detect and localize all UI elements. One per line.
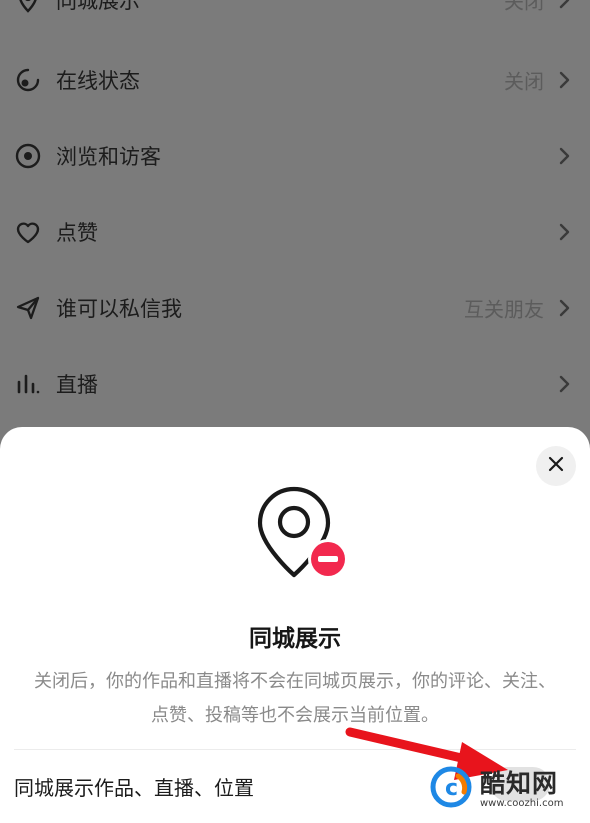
settings-row-who-can-message[interactable]: 谁可以私信我 互关朋友 (0, 270, 590, 346)
settings-row-label: 浏览和访客 (56, 145, 161, 169)
location-pin-icon (14, 0, 42, 14)
local-display-option-label: 同城展示作品、直播、位置 (14, 776, 254, 800)
settings-row-browse-visitors[interactable]: 浏览和访客 (0, 118, 590, 194)
settings-row-local-display[interactable]: 同城展示 关闭 (0, 0, 590, 38)
settings-row-label: 谁可以私信我 (56, 297, 182, 321)
settings-row-label: 直播 (56, 373, 98, 397)
bar-chart-icon (14, 370, 42, 398)
settings-row-online-status[interactable]: 在线状态 关闭 (0, 42, 590, 118)
online-status-icon (14, 66, 42, 94)
settings-row-label: 点赞 (56, 221, 98, 245)
send-icon (14, 294, 42, 322)
close-icon (548, 456, 564, 476)
chevron-right-icon (558, 222, 572, 242)
watermark: c 酷知网 www.coozhi.com (428, 760, 588, 820)
eye-icon (14, 142, 42, 170)
settings-row-value: 互关朋友 (464, 297, 544, 322)
chevron-right-icon (558, 70, 572, 90)
chevron-right-icon (558, 0, 572, 10)
settings-row-value: 关闭 (504, 0, 544, 14)
privacy-settings-list: 同城展示 关闭 在线状态 关闭 浏览和访客 点赞 谁可以私信我 互关朋友 直播 (0, 0, 590, 430)
heart-icon (14, 218, 42, 246)
sheet-title: 同城展示 (249, 626, 341, 652)
svg-text:c: c (445, 776, 458, 801)
location-off-icon (252, 483, 352, 583)
coozhi-logo-icon: c (430, 766, 472, 808)
settings-row-value: 关闭 (504, 69, 544, 94)
chevron-right-icon (558, 146, 572, 166)
settings-row-label: 在线状态 (56, 69, 140, 93)
settings-row-live[interactable]: 直播 (0, 346, 590, 422)
chevron-right-icon (558, 298, 572, 318)
settings-row-likes[interactable]: 点赞 (0, 194, 590, 270)
chevron-right-icon (558, 374, 572, 394)
watermark-title: 酷知网 (480, 769, 559, 798)
settings-row-label: 同城展示 (56, 0, 140, 13)
watermark-url: www.coozhi.com (480, 798, 564, 809)
close-button[interactable] (536, 446, 576, 486)
